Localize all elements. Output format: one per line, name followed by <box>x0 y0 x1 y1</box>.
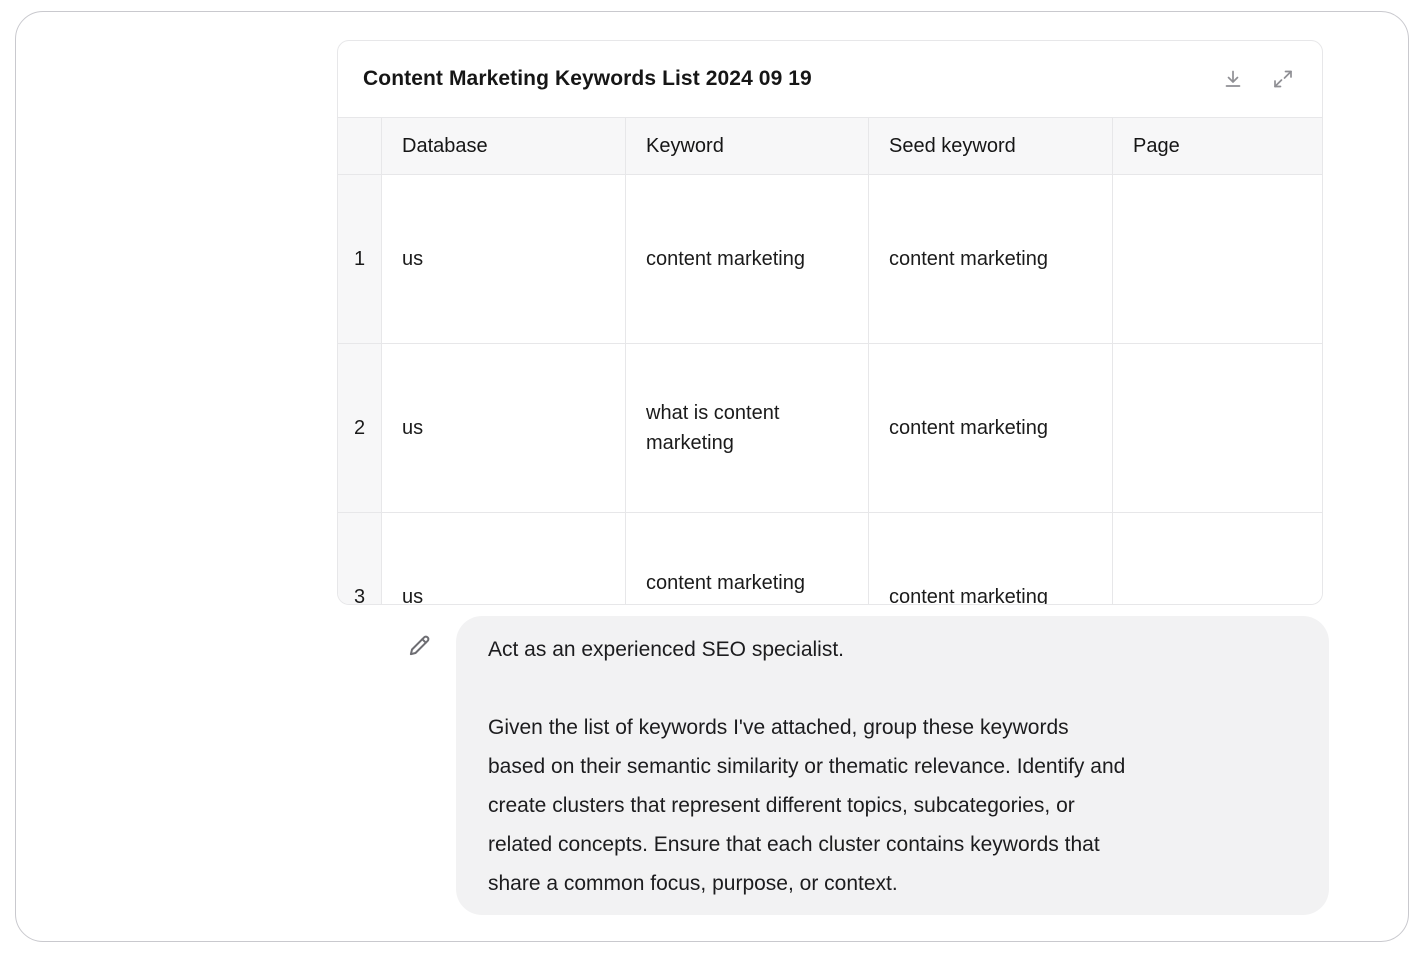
prompt-paragraph-1: Act as an experienced SEO specialist. <box>488 630 1295 669</box>
column-header-database: Database <box>382 117 626 175</box>
cell-page <box>1113 344 1323 513</box>
cell-keyword: what is content marketing <box>626 344 869 513</box>
screenshot-stage: Content Marketing Keywords List 2024 09 … <box>0 0 1426 957</box>
cell-page <box>1113 175 1323 344</box>
cell-page <box>1113 513 1323 605</box>
edit-prompt-button[interactable] <box>403 631 435 663</box>
cell-seed-keyword: content marketing <box>869 175 1113 344</box>
row-index: 2 <box>338 344 382 513</box>
row-index: 1 <box>338 175 382 344</box>
cell-seed-keyword: content marketing <box>869 513 1113 605</box>
row-index: 3 <box>338 513 382 605</box>
keywords-table: Database Keyword Seed keyword Page 1 us … <box>338 117 1322 605</box>
attachment-title: Content Marketing Keywords List 2024 09 … <box>363 67 1216 91</box>
download-button[interactable] <box>1216 62 1250 96</box>
expand-button[interactable] <box>1266 62 1300 96</box>
download-icon <box>1221 67 1245 91</box>
prompt-message-bubble: Act as an experienced SEO specialist. Gi… <box>456 616 1329 915</box>
prompt-paragraph-2: Given the list of keywords I've attached… <box>488 708 1295 903</box>
cell-database: us <box>382 344 626 513</box>
pencil-icon <box>405 632 433 663</box>
cell-seed-keyword: content marketing <box>869 344 1113 513</box>
cell-database: us <box>382 513 626 605</box>
cell-keyword: content marketing <box>626 513 869 605</box>
column-header-page: Page <box>1113 117 1323 175</box>
cell-keyword: content marketing <box>626 175 869 344</box>
column-header-seed-keyword: Seed keyword <box>869 117 1113 175</box>
cell-database: us <box>382 175 626 344</box>
column-header-index <box>338 117 382 175</box>
attachment-card: Content Marketing Keywords List 2024 09 … <box>337 40 1323 605</box>
expand-icon <box>1271 67 1295 91</box>
column-header-keyword: Keyword <box>626 117 869 175</box>
attachment-actions <box>1216 62 1300 96</box>
attachment-card-header: Content Marketing Keywords List 2024 09 … <box>338 41 1322 117</box>
